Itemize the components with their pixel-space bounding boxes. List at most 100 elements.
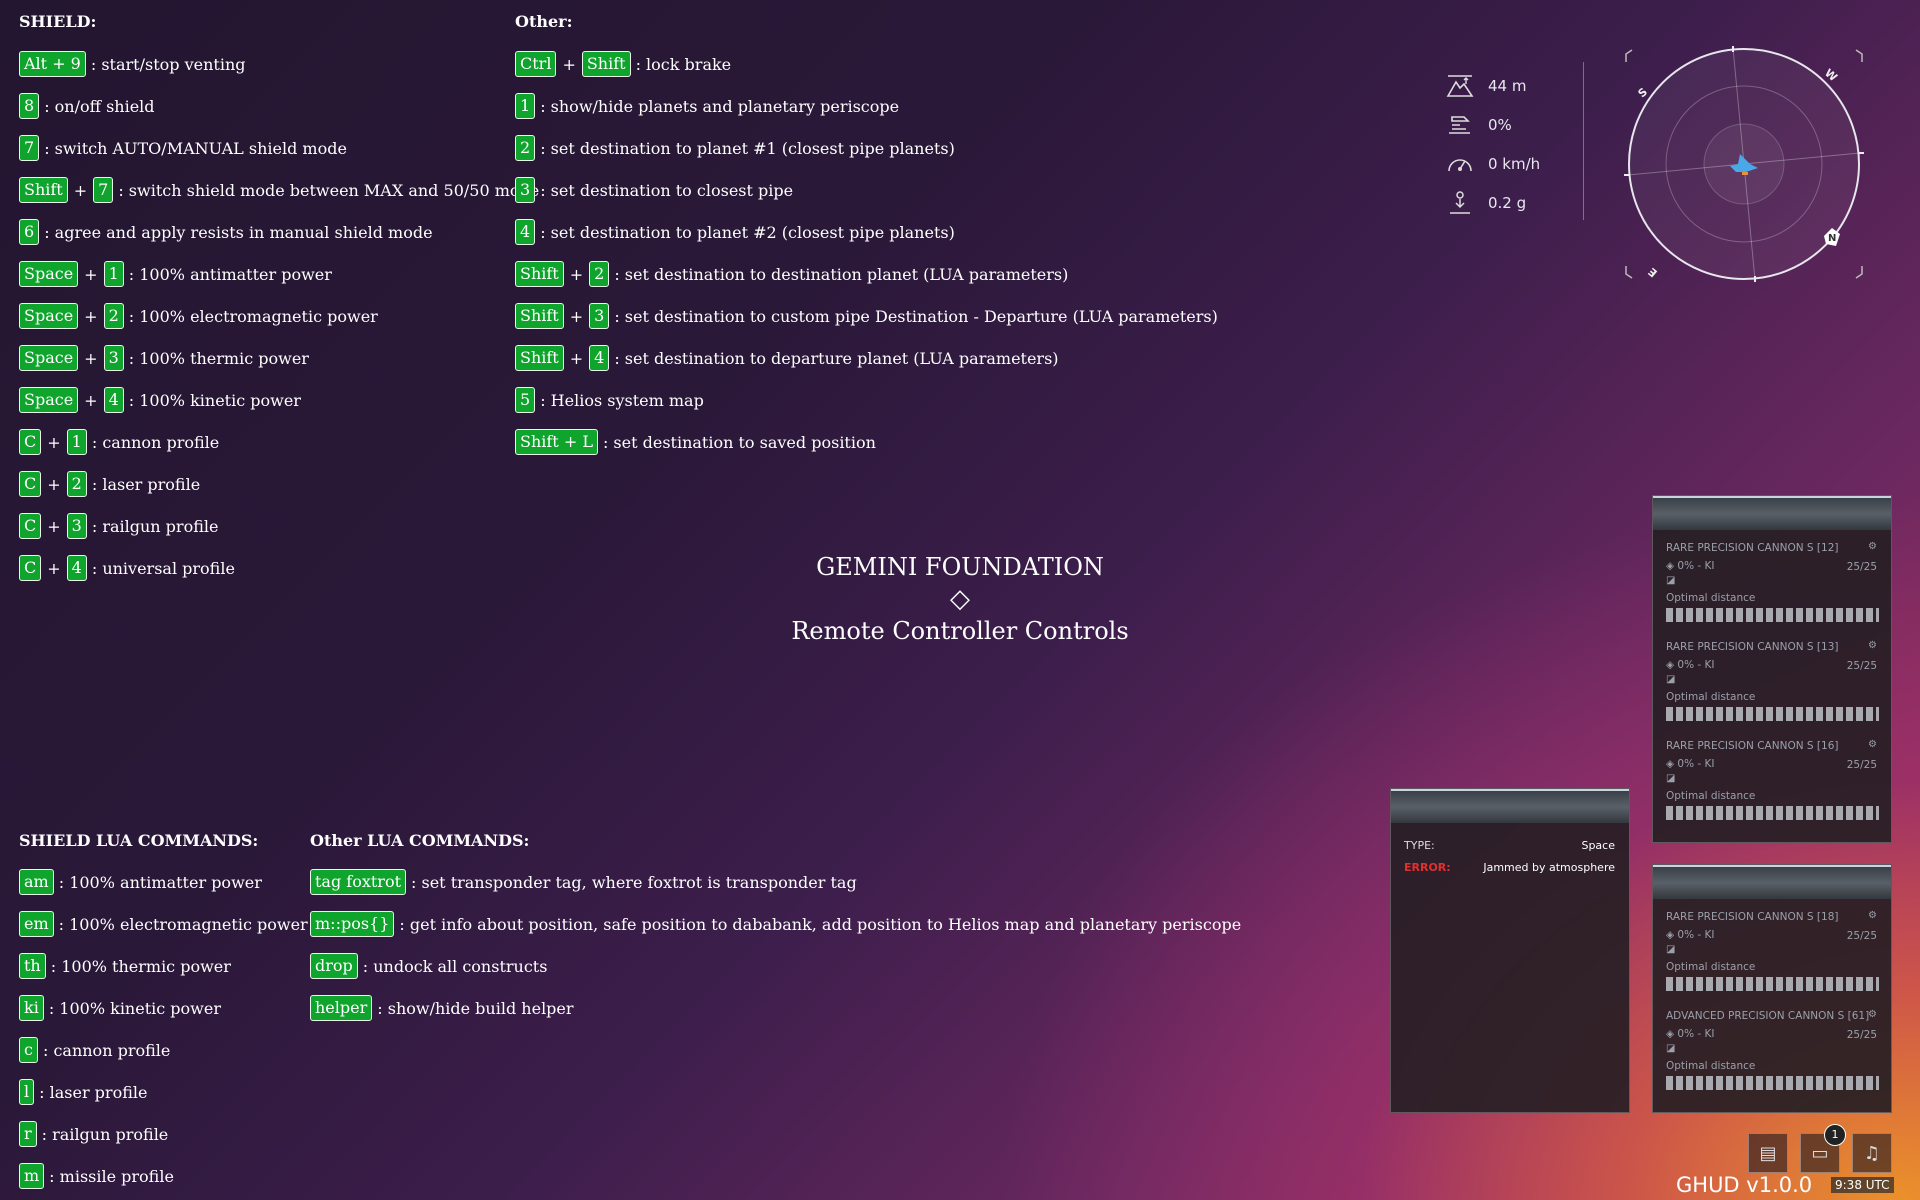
hotkey-row: drop: undock all constructs — [310, 953, 547, 979]
key-am: am — [19, 869, 54, 895]
hotkey-row: Shift +7: switch shield mode between MAX … — [19, 177, 539, 203]
plus-sign: + — [569, 264, 584, 284]
hotkey-row: th: 100% thermic power — [19, 953, 231, 979]
clock: 9:38 UTC — [1831, 1177, 1894, 1193]
weapon-stat-text: 0% - KI — [1677, 758, 1715, 770]
plus-sign: + — [47, 516, 61, 536]
shield-lua-section-title: SHIELD LUA COMMANDS: — [19, 831, 259, 850]
hotkey-row: Shift +3: set destination to custom pipe … — [515, 303, 1218, 329]
hotkey-row: tag foxtrot: set transponder tag, where … — [310, 869, 857, 895]
hotkey-description: : start/stop venting — [90, 54, 246, 74]
hotkey-description: : 100% antimatter power — [128, 264, 332, 284]
target-icon: ◪ — [1666, 944, 1676, 955]
hotkey-description: : get info about position, safe position… — [399, 914, 1242, 934]
key-5: 5 — [515, 387, 536, 413]
key-2: 2 — [103, 303, 124, 329]
hotkey-row: Space +2: 100% electromagnetic power — [19, 303, 378, 329]
hotkey-description: : on/off shield — [44, 96, 155, 116]
key-shift: Shift — [19, 177, 68, 203]
weapon-list-top: RARE PRECISION CANNON S [12] ⚙ ◈ 0% - KI 25… — [1653, 530, 1891, 827]
plus-sign: + — [84, 390, 98, 410]
key-7: 7 — [19, 135, 40, 161]
codex-button[interactable]: ▤ — [1748, 1133, 1788, 1173]
key-2: 2 — [515, 135, 536, 161]
error-label: ERROR: — [1404, 861, 1451, 874]
weapon-mode-icon: ⚙ — [1868, 541, 1877, 552]
hotkey-row: 8: on/off shield — [19, 93, 155, 119]
key-th: th — [19, 953, 46, 979]
weapon-panel-header[interactable] — [1653, 865, 1891, 899]
gravity-icon — [1450, 190, 1470, 214]
hotkey-row: Shift +2: set destination to destination … — [515, 261, 1068, 287]
altitude-value: 44 m — [1488, 76, 1527, 95]
type-value: Space — [1581, 839, 1615, 852]
weapon-entry[interactable]: RARE PRECISION CANNON S [13] ⚙ ◈ 0% - KI 25… — [1653, 629, 1891, 728]
hotkey-description: : cannon profile — [91, 432, 220, 452]
key-shift: Shift — [581, 51, 631, 77]
gravity-value: 0.2 g — [1488, 193, 1527, 212]
ammo-type-icon: ◈ — [1666, 758, 1675, 770]
chat-icon: ▭ — [1811, 1142, 1829, 1164]
hotkey-row: 7: switch AUTO/MANUAL shield mode — [19, 135, 347, 161]
page-subtitle: Remote Controller Controls — [791, 617, 1129, 645]
book-icon: ▤ — [1759, 1142, 1777, 1164]
hotkey-description: : show/hide planets and planetary perisc… — [540, 96, 900, 116]
plus-sign: + — [569, 306, 584, 326]
hotkey-description: : set destination to custom pipe Destina… — [614, 306, 1218, 326]
key-3: 3 — [589, 303, 610, 329]
key-l: l — [19, 1079, 35, 1105]
notifications-button[interactable]: ♫ — [1852, 1133, 1892, 1173]
weapon-ammo-count: 25/25 — [1846, 561, 1877, 573]
weapon-entry[interactable]: ADVANCED PRECISION CANNON S [61] ⚙ ◈ 0% - … — [1653, 998, 1891, 1097]
diamond-icon: ◇ — [950, 584, 970, 614]
weapon-ammo-count: 25/25 — [1846, 930, 1877, 942]
hotkey-row: m::pos{}: get info about position, safe … — [310, 911, 1241, 937]
other-lua-section-title: Other LUA COMMANDS: — [310, 831, 530, 850]
key-c: C — [19, 555, 42, 581]
hotkey-description: : undock all constructs — [362, 956, 548, 976]
hotkey-row: C +1: cannon profile — [19, 429, 219, 455]
weapon-name: RARE PRECISION CANNON S [13] — [1666, 641, 1839, 653]
weapon-entry[interactable]: RARE PRECISION CANNON S [18] ⚙ ◈ 0% - KI 25… — [1653, 899, 1891, 998]
key-alt-9: Alt + 9 — [19, 51, 86, 77]
ghud-version: GHUD v1.0.0 — [1676, 1173, 1813, 1197]
plus-sign: + — [47, 474, 61, 494]
key-4: 4 — [515, 219, 536, 245]
plus-sign: + — [569, 348, 584, 368]
ammo-type-icon: ◈ — [1666, 659, 1675, 671]
weapon-status: ◈ 0% - KI — [1666, 929, 1715, 941]
hotkey-row: 2: set destination to planet #1 (closest… — [515, 135, 955, 161]
weapon-panel-header[interactable] — [1653, 496, 1891, 530]
hud-divider — [1583, 62, 1584, 220]
hotkey-row: 6: agree and apply resists in manual shi… — [19, 219, 433, 245]
hotkey-description: : missile profile — [49, 1166, 174, 1186]
optimal-distance-label: Optimal distance — [1666, 1060, 1756, 1072]
flight-stats: 44 m 0% 0 km/h 0.2 g — [1446, 66, 1540, 222]
key-r: r — [19, 1121, 37, 1147]
hotkey-row: Ctrl + Shift: lock brake — [515, 51, 731, 77]
hotkey-description: : railgun profile — [91, 516, 219, 536]
hotkey-description: : set transponder tag, where foxtrot is … — [411, 872, 857, 892]
hotkey-row: Space +1: 100% antimatter power — [19, 261, 332, 287]
hotkey-row: 3: set destination to closest pipe — [515, 177, 793, 203]
weapon-mode-icon: ⚙ — [1868, 910, 1877, 921]
throttle-value: 0% — [1488, 115, 1512, 134]
ammo-type-icon: ◈ — [1666, 560, 1675, 572]
hotkey-description: : set destination to planet #1 (closest … — [540, 138, 955, 158]
key-ctrl: Ctrl — [515, 51, 557, 77]
hotkey-description: : laser profile — [91, 474, 201, 494]
radar-panel-header[interactable] — [1391, 789, 1629, 823]
weapon-entry[interactable]: RARE PRECISION CANNON S [12] ⚙ ◈ 0% - KI 25… — [1653, 530, 1891, 629]
weapon-entry[interactable]: RARE PRECISION CANNON S [16] ⚙ ◈ 0% - KI 25… — [1653, 728, 1891, 827]
hotkey-row: em: 100% electromagnetic power — [19, 911, 308, 937]
speed-value: 0 km/h — [1488, 154, 1541, 173]
key-em: em — [19, 911, 54, 937]
weapon-status: ◈ 0% - KI — [1666, 560, 1715, 572]
weapon-status: ◈ 0% - KI — [1666, 1028, 1715, 1040]
plus-sign: + — [47, 432, 61, 452]
key-7: 7 — [93, 177, 114, 203]
ammo-bar — [1666, 977, 1879, 991]
key-2: 2 — [589, 261, 610, 287]
compass-label-s: S — [1636, 85, 1650, 100]
key-drop: drop — [310, 953, 358, 979]
